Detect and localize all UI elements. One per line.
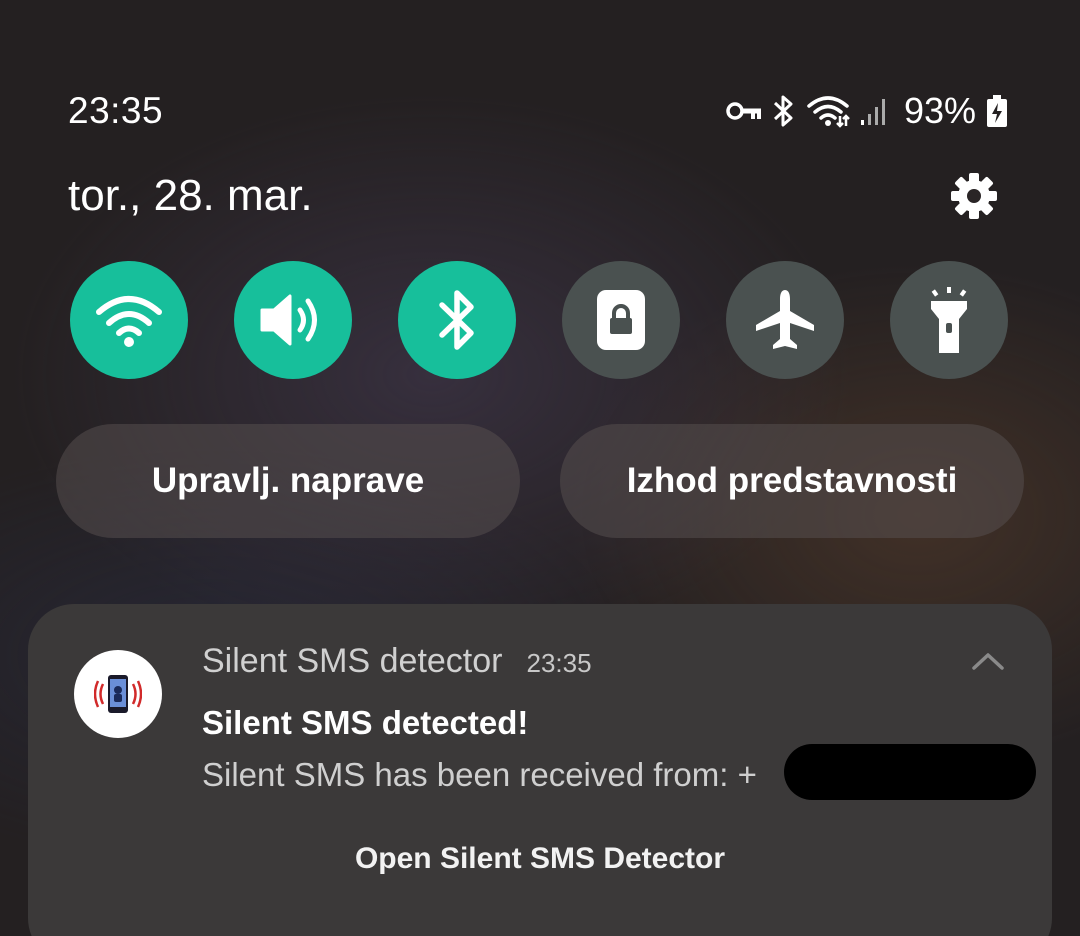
wifi-icon — [806, 94, 850, 128]
settings-button[interactable] — [948, 170, 1000, 222]
gear-icon — [951, 173, 997, 219]
toggle-wifi[interactable] — [70, 261, 188, 379]
battery-percent: 93% — [903, 90, 976, 131]
redaction-overlay — [784, 744, 1036, 800]
media-output-button[interactable]: Izhod predstavnosti — [560, 424, 1024, 538]
bluetooth-icon — [772, 94, 796, 128]
notification-body: Silent SMS has been received from: + — [202, 756, 757, 793]
airplane-icon — [756, 290, 814, 349]
signal-icon — [860, 96, 888, 126]
phone-signal-icon — [94, 675, 142, 713]
toggle-sound[interactable] — [234, 261, 352, 379]
device-control-button[interactable]: Upravlj. naprave — [56, 424, 520, 538]
quick-toggles — [70, 261, 1008, 379]
status-clock: 23:35 — [68, 90, 164, 131]
battery-charging-icon — [986, 94, 1008, 128]
toggle-airplane-mode[interactable] — [726, 261, 844, 379]
date-row: tor., 28. mar. — [68, 166, 1000, 226]
lock-icon — [597, 290, 645, 350]
date-label: tor., 28. mar. — [68, 171, 313, 220]
notification-header: Silent SMS detector 23:35 — [202, 642, 592, 681]
pill-row: Upravlj. naprave Izhod predstavnosti — [56, 424, 1024, 538]
notification-card[interactable]: Silent SMS detector 23:35 Silent SMS det… — [28, 604, 1052, 936]
open-app-button[interactable]: Open Silent SMS Detector — [28, 842, 1052, 876]
app-icon — [74, 650, 162, 738]
status-bar: 23:35 93% — [68, 86, 1008, 136]
wifi-icon — [96, 296, 162, 347]
status-icons: 93% — [726, 90, 1008, 132]
notification-title: Silent SMS detected! — [202, 704, 529, 741]
notification-time: 23:35 — [526, 648, 592, 678]
volume-icon — [260, 294, 317, 346]
collapse-button[interactable] — [968, 646, 1008, 676]
chevron-up-icon — [972, 653, 1004, 670]
notification-app-name: Silent SMS detector — [202, 642, 503, 680]
vpn-key-icon — [726, 99, 762, 123]
toggle-screen-lock[interactable] — [562, 261, 680, 379]
toggle-bluetooth[interactable] — [398, 261, 516, 379]
toggle-flashlight[interactable] — [890, 261, 1008, 379]
flashlight-icon — [931, 287, 967, 353]
bluetooth-icon — [439, 290, 474, 350]
